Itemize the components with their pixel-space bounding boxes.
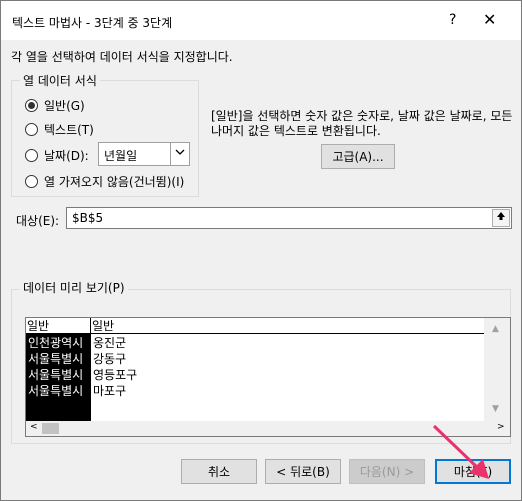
instruction-text: 각 열을 선택하여 데이터 서식을 지정합니다.	[11, 50, 233, 64]
pointer-arrow-icon	[432, 424, 489, 479]
text-import-wizard-dialog: 텍스트 마법사 - 3단계 중 3단계 ? ✕ 각 열을 선택하여 데이터 서식…	[0, 0, 522, 501]
preview-cell: 서울특별시	[28, 368, 84, 382]
radio-button-icon	[25, 99, 38, 112]
destination-value: $B$5	[72, 211, 104, 225]
scroll-left-icon[interactable]: <	[30, 422, 38, 432]
chevron-down-icon[interactable]	[170, 143, 189, 165]
radio-skip-column-label: 열 가져오지 않음(건너뜀)(I)	[44, 175, 185, 189]
preview-cell: 강동구	[93, 352, 127, 366]
scroll-down-icon[interactable]: ▼	[492, 404, 499, 414]
radio-button-icon	[25, 149, 38, 162]
radio-general-label: 일반(G)	[44, 99, 85, 113]
preview-cell: 옹진군	[93, 336, 127, 350]
preview-cell: 서울특별시	[28, 352, 84, 366]
vertical-scrollbar[interactable]: ▲ ▼	[484, 318, 510, 421]
window-title: 텍스트 마법사 - 3단계 중 3단계	[12, 16, 173, 30]
close-button[interactable]: ✕	[483, 10, 496, 29]
scroll-up-icon[interactable]: ▲	[492, 324, 499, 334]
help-button[interactable]: ?	[449, 12, 456, 28]
radio-general[interactable]: 일반(G)	[25, 97, 85, 114]
advanced-button[interactable]: 고급(A)...	[321, 144, 395, 169]
next-button[interactable]: 다음(N) >	[349, 459, 425, 484]
column-format-group-label: 열 데이터 서식	[20, 72, 100, 89]
column-header-2[interactable]: 일반	[91, 318, 484, 334]
radio-button-icon	[25, 123, 38, 136]
scroll-thumb[interactable]	[42, 423, 59, 434]
data-preview-label: 데이터 미리 보기(P)	[20, 279, 128, 296]
preview-cell: 마포구	[93, 384, 127, 398]
collapse-dialog-icon[interactable]	[492, 209, 510, 227]
radio-skip-column[interactable]: 열 가져오지 않음(건너뜀)(I)	[25, 173, 184, 190]
destination-label: 대상(E):	[16, 214, 60, 228]
radio-date-label: 날짜(D):	[44, 149, 89, 163]
cancel-button[interactable]: 취소	[181, 459, 257, 484]
destination-input[interactable]: $B$5	[66, 207, 512, 229]
radio-text-label: 텍스트(T)	[44, 123, 94, 137]
radio-button-icon	[25, 175, 38, 188]
title-bar: 텍스트 마법사 - 3단계 중 3단계 ? ✕	[1, 1, 521, 40]
data-preview-grid[interactable]: 일반 일반 인천광역시 옹진군 서울특별시 강동구 서울특별시 영등포구 서울특…	[25, 317, 511, 437]
preview-cell: 서울특별시	[28, 384, 84, 398]
date-format-value: 년월일	[104, 149, 138, 163]
format-description: [일반]을 선택하면 숫자 값은 숫자로, 날짜 값은 날짜로, 모든 나머지 …	[211, 109, 513, 138]
radio-date[interactable]: 날짜(D):	[25, 147, 89, 164]
radio-text[interactable]: 텍스트(T)	[25, 121, 94, 138]
back-button[interactable]: < 뒤로(B)	[265, 459, 341, 484]
date-format-select[interactable]: 년월일	[98, 142, 190, 166]
column-header-1[interactable]: 일반	[26, 318, 91, 334]
preview-cell: 영등포구	[93, 368, 138, 382]
preview-cell: 인천광역시	[28, 336, 84, 350]
